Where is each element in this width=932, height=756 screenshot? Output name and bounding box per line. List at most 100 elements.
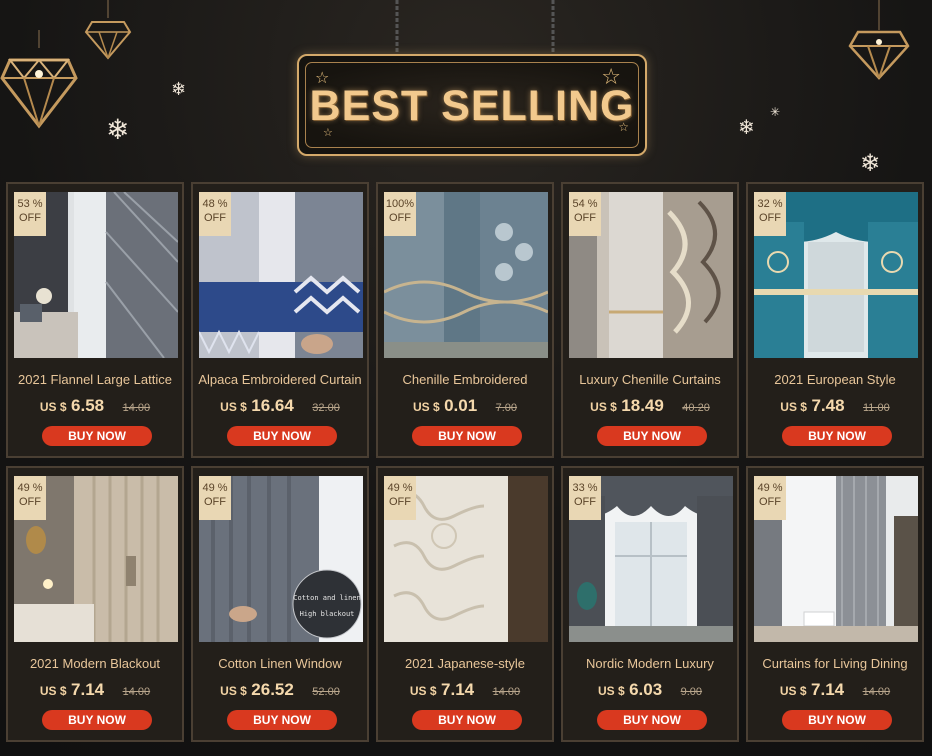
currency-label: US $ [39,684,67,698]
original-price: 9.00 [680,686,703,698]
star-icon: ☆ [601,64,621,89]
product-name[interactable]: 2021 European Style [748,372,922,387]
buy-now-button[interactable]: BUY NOW [227,710,337,730]
product-card[interactable]: 48 % OFF Alpaca Embroidered Curtain US $… [191,182,369,458]
banner-title: BEST SELLING [309,81,635,130]
price-row: US $ 16.64 32.00 [193,396,367,416]
original-price: 7.00 [495,402,518,414]
discount-off-label: OFF [759,212,781,224]
currency-label: US $ [597,684,625,698]
product-name[interactable]: Cotton Linen Window [193,656,367,671]
svg-text:High blackout: High blackout [300,610,355,618]
discount-percent: 49 % [202,482,228,494]
product-card[interactable]: 49 % OFF 2021 Modern Blackout US $ 7.14 … [6,466,184,742]
buy-now-button[interactable]: BUY NOW [227,426,337,446]
discount-off-label: OFF [19,212,41,224]
hanging-chain [551,0,555,52]
sale-price: 0.01 [444,396,478,415]
price-row: US $ 7.14 14.00 [378,680,552,700]
snowflake-icon: ❄ [738,117,755,139]
product-name[interactable]: Nordic Modern Luxury [563,656,737,671]
sale-price: 6.03 [629,680,663,699]
discount-percent: 33 % [572,482,598,494]
currency-label: US $ [220,400,247,414]
buy-now-button[interactable]: BUY NOW [412,426,522,446]
buy-now-button[interactable]: BUY NOW [597,710,707,730]
product-card[interactable]: 33 % OFF Nordic Modern Luxury US $ 6.03 … [561,466,739,742]
price-row: US $ 7.48 11.00 [748,396,922,416]
currency-label: US $ [39,400,67,414]
sale-price: 26.52 [251,680,294,699]
currency-label: US $ [409,684,437,698]
discount-percent: 49 % [757,482,783,494]
price-row: US $ 18.49 40.20 [563,396,737,416]
product-card[interactable]: 54 % OFF Luxury Chenille Curtains US $ 1… [561,182,739,458]
product-name[interactable]: 2021 Japanese-style [378,656,552,671]
diamond-lamp-icon [848,0,910,80]
product-card[interactable]: 32 % OFF 2021 European Style US $ 7.48 1… [746,182,924,458]
original-price: 14.00 [492,686,521,698]
discount-off-label: OFF [204,496,226,508]
discount-badge: 49 % OFF [199,476,231,520]
original-price: 14.00 [122,402,151,414]
discount-off-label: OFF [574,212,596,224]
product-card[interactable]: 100% OFF Chenille Embroidered US $ 0.01 … [376,182,554,458]
discount-badge: 100% OFF [384,192,416,236]
price-row: US $ 0.01 7.00 [378,396,552,416]
original-price: 52.00 [312,686,340,698]
discount-percent: 49 % [387,482,413,494]
snowflake-icon: ❄ [860,150,881,177]
discount-badge: 49 % OFF [384,476,416,520]
product-name[interactable]: Alpaca Embroidered Curtain [193,372,367,387]
svg-text:Cotton and linen: Cotton and linen [293,594,360,602]
discount-off-label: OFF [389,212,411,224]
discount-badge: 49 % OFF [14,476,46,520]
discount-percent: 32 % [757,198,783,210]
price-row: US $ 6.03 9.00 [563,680,737,700]
discount-percent: 100% [385,198,415,210]
sale-price: 18.49 [621,396,664,415]
buy-now-button[interactable]: BUY NOW [42,710,152,730]
sale-price: 7.14 [71,680,105,699]
product-card[interactable]: 49 % OFF 2021 Japanese-style US $ 7.14 1… [376,466,554,742]
product-card[interactable]: 53 % OFF 2021 Flannel Large Lattice US $… [6,182,184,458]
discount-percent: 53 % [17,198,43,210]
product-name[interactable]: Curtains for Living Dining [748,656,922,671]
original-price: 40.20 [682,402,710,414]
original-price: 11.00 [862,402,890,414]
buy-now-button[interactable]: BUY NOW [42,426,152,446]
buy-now-button[interactable]: BUY NOW [782,710,892,730]
discount-off-label: OFF [389,496,411,508]
product-name[interactable]: Luxury Chenille Curtains [563,372,737,387]
discount-percent: 49 % [17,482,43,494]
currency-label: US $ [412,400,440,414]
currency-label: US $ [780,400,807,414]
product-name[interactable]: Chenille Embroidered [378,372,552,387]
snowflake-icon: ❄ [171,79,187,99]
original-price: 14.00 [122,686,151,698]
buy-now-button[interactable]: BUY NOW [782,426,892,446]
diamond-lamp-icon [0,30,78,130]
discount-percent: 48 % [202,198,228,210]
star-icon: ☆ [323,127,333,139]
discount-off-label: OFF [204,212,226,224]
product-card[interactable]: 49 % OFF Curtains for Living Dining US $… [746,466,924,742]
snowflake-icon: ✳ [770,105,781,119]
hanging-chain [395,0,399,52]
star-icon: ☆ [315,70,330,87]
discount-badge: 32 % OFF [754,192,786,236]
discount-off-label: OFF [19,496,41,508]
banner-frame: BEST SELLING [305,62,639,148]
original-price: 32.00 [312,402,340,414]
product-name[interactable]: 2021 Modern Blackout [8,656,182,671]
price-row: US $ 7.14 14.00 [8,680,182,700]
discount-off-label: OFF [574,496,596,508]
sale-price: 7.14 [811,680,845,699]
product-card[interactable]: Cotton and linen High blackout 49 % OFF C… [191,466,369,742]
discount-badge: 48 % OFF [199,192,231,236]
buy-now-button[interactable]: BUY NOW [597,426,707,446]
price-row: US $ 26.52 52.00 [193,680,367,700]
price-row: US $ 7.14 14.00 [748,680,922,700]
buy-now-button[interactable]: BUY NOW [412,710,522,730]
product-name[interactable]: 2021 Flannel Large Lattice [8,372,182,387]
